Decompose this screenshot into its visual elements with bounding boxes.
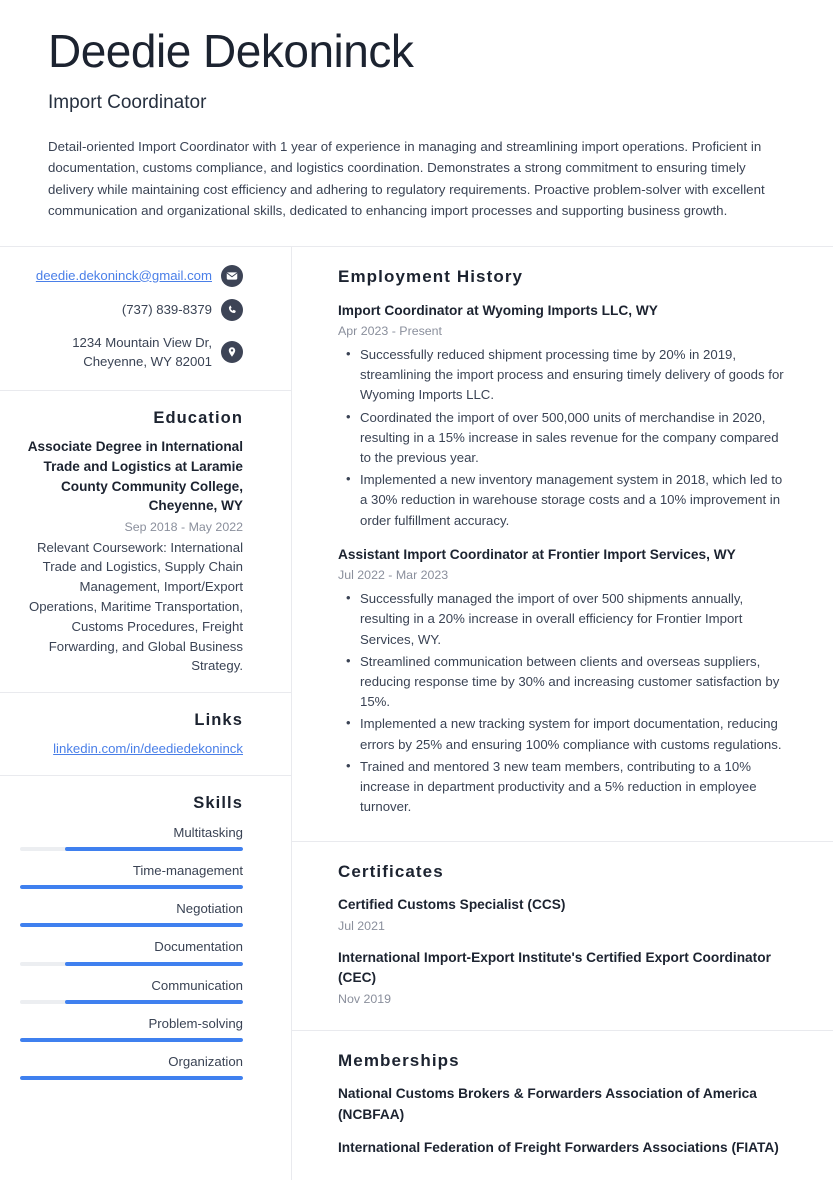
- skill-label: Negotiation: [176, 901, 243, 917]
- education-entry: Associate Degree in International Trade …: [20, 437, 243, 676]
- certificate-date: Nov 2019: [338, 991, 392, 1006]
- skill-item: Communication: [20, 976, 243, 1004]
- education-heading: Education: [153, 409, 243, 428]
- skill-level-bar: [20, 847, 243, 852]
- skill-label: Communication: [151, 977, 243, 993]
- membership-title: National Customs Brokers & Forwarders As…: [338, 1086, 757, 1122]
- contact-email[interactable]: deedie.dekoninck@gmail.com: [36, 266, 212, 286]
- skill-item: Negotiation: [20, 899, 243, 928]
- location-pin-icon: [221, 341, 243, 364]
- membership-title: International Federation of Freight Forw…: [338, 1139, 779, 1155]
- certificate-date: Jul 2021: [338, 918, 385, 933]
- job-bullet: Successfully managed the import of over …: [346, 588, 793, 650]
- certificate-entry: Certified Customs Specialist (CCS) Jul 2…: [338, 895, 793, 935]
- links-heading: Links: [194, 711, 243, 730]
- memberships-heading: Memberships: [338, 1051, 460, 1071]
- contact-phone-row[interactable]: (737) 839-8379: [20, 298, 243, 321]
- certificate-title: Certified Customs Specialist (CCS): [338, 897, 566, 913]
- job-bullet: Coordinated the import of over 500,000 u…: [346, 407, 793, 469]
- contact-email-row[interactable]: deedie.dekoninck@gmail.com: [20, 264, 243, 287]
- employment-history-block: Employment History Import Coordinator at…: [292, 247, 833, 843]
- skill-level-bar: [20, 961, 243, 966]
- skills-heading: Skills: [193, 794, 243, 813]
- skill-label: Organization: [168, 1053, 243, 1069]
- skill-level-fill: [20, 885, 243, 890]
- contact-address-row: 1234 Mountain View Dr, Cheyenne, WY 8200…: [20, 333, 243, 373]
- contact-details-block: deedie.dekoninck@gmail.com (737) 839-837…: [0, 247, 291, 392]
- skill-level-fill: [20, 1076, 243, 1081]
- job-bullet-list: Successfully reduced shipment processing…: [338, 344, 793, 531]
- job-date: Jul 2022 - Mar 2023: [338, 567, 449, 582]
- skill-label: Multitasking: [173, 825, 243, 841]
- skill-level-bar: [20, 885, 243, 890]
- certificate-title: International Import-Export Institute's …: [338, 950, 771, 986]
- phone-icon: [221, 298, 243, 321]
- contact-address-line2: Cheyenne, WY 82001: [83, 354, 212, 370]
- skill-item: Organization: [20, 1052, 243, 1081]
- skill-level-bar: [20, 1076, 243, 1081]
- main-content: Employment History Import Coordinator at…: [292, 247, 833, 1180]
- education-block: Education Associate Degree in Internatio…: [0, 391, 291, 694]
- skill-level-fill: [64, 847, 243, 852]
- link-item[interactable]: linkedin.com/in/deediedekoninck: [20, 739, 243, 759]
- contact-phone: (737) 839-8379: [121, 301, 212, 317]
- professional-summary: Detail-oriented Import Coordinator with …: [48, 138, 765, 219]
- job-bullet: Trained and mentored 3 new team members,…: [346, 756, 793, 818]
- job-bullet: Implemented a new inventory management s…: [346, 469, 793, 531]
- skill-item: Time-management: [20, 861, 243, 890]
- membership-entry: International Federation of Freight Forw…: [338, 1138, 793, 1158]
- skill-item: Problem-solving: [20, 1014, 243, 1042]
- skill-label: Documentation: [154, 939, 243, 955]
- job-entry: Assistant Import Coordinator at Frontier…: [338, 545, 793, 818]
- job-bullet-list: Successfully managed the import of over …: [338, 588, 793, 818]
- memberships-block: Memberships National Customs Brokers & F…: [292, 1031, 833, 1180]
- job-title: Assistant Import Coordinator at Frontier…: [338, 546, 736, 562]
- skill-level-fill: [64, 961, 243, 966]
- education-entry-title: Associate Degree in International Trade …: [27, 439, 243, 514]
- membership-entry: National Customs Brokers & Forwarders As…: [338, 1084, 793, 1125]
- certificate-entry: International Import-Export Institute's …: [338, 948, 793, 1008]
- links-block: Links linkedin.com/in/deediedekoninck: [0, 693, 291, 777]
- skill-item: Documentation: [20, 937, 243, 966]
- skill-level-bar: [20, 923, 243, 928]
- job-bullet: Successfully reduced shipment processing…: [346, 344, 793, 406]
- skill-level-fill: [20, 1037, 243, 1042]
- envelope-icon: [221, 264, 243, 287]
- job-bullet: Implemented a new tracking system for im…: [346, 713, 793, 754]
- skill-level-bar: [20, 999, 243, 1004]
- contact-address: 1234 Mountain View Dr, Cheyenne, WY 8200…: [72, 333, 212, 373]
- resume-header: Deedie Dekoninck Import Coordinator Deta…: [0, 0, 833, 247]
- resume-body: deedie.dekoninck@gmail.com (737) 839-837…: [0, 246, 833, 1180]
- education-entry-description: Relevant Coursework: International Trade…: [28, 539, 243, 674]
- sidebar: deedie.dekoninck@gmail.com (737) 839-837…: [0, 246, 292, 1180]
- job-title: Import Coordinator at Wyoming Imports LL…: [338, 302, 658, 318]
- resume-page: Deedie Dekoninck Import Coordinator Deta…: [0, 0, 833, 1180]
- candidate-name: Deedie Dekoninck: [48, 25, 414, 77]
- skill-level-bar: [20, 1037, 243, 1042]
- job-date: Apr 2023 - Present: [338, 323, 443, 338]
- skill-item: Multitasking: [20, 823, 243, 852]
- job-entry: Import Coordinator at Wyoming Imports LL…: [338, 301, 793, 531]
- job-bullet: Streamlined communication between client…: [346, 651, 793, 713]
- link-linkedin[interactable]: linkedin.com/in/deediedekoninck: [53, 741, 243, 756]
- skill-label: Time-management: [132, 863, 243, 879]
- contact-address-line1: 1234 Mountain View Dr,: [72, 334, 212, 350]
- skill-level-fill: [64, 999, 243, 1004]
- skills-block: Skills Multitasking Time-management Nego…: [0, 776, 291, 1096]
- skill-level-fill: [20, 923, 243, 928]
- employment-history-heading: Employment History: [338, 266, 524, 286]
- candidate-job-title: Import Coordinator: [48, 91, 207, 113]
- education-entry-date: Sep 2018 - May 2022: [124, 520, 243, 535]
- certificates-heading: Certificates: [338, 862, 444, 882]
- certificates-block: Certificates Certified Customs Specialis…: [292, 842, 833, 1032]
- skill-label: Problem-solving: [148, 1015, 243, 1031]
